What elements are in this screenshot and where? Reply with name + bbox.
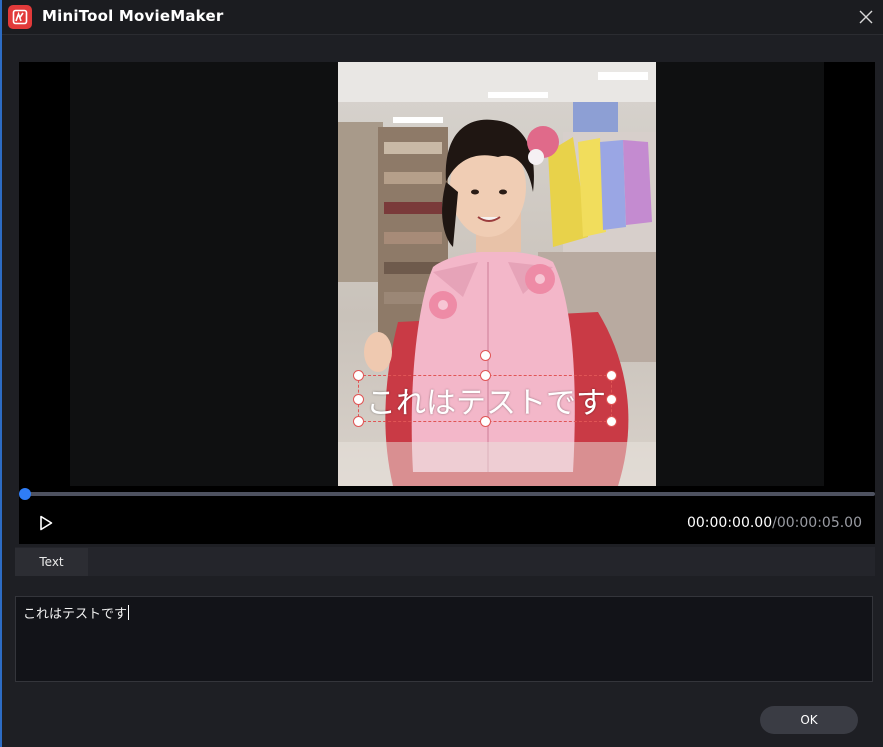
resize-handle-bottom[interactable] bbox=[480, 416, 491, 427]
text-input[interactable]: これはテストです bbox=[15, 596, 873, 682]
current-time: 00:00:00.00 bbox=[686, 515, 773, 531]
resize-handle-top[interactable] bbox=[480, 370, 491, 381]
tab-text[interactable]: Text bbox=[15, 548, 88, 576]
title-bar: MiniTool MovieMaker bbox=[2, 0, 883, 35]
resize-handle-top-left[interactable] bbox=[353, 370, 364, 381]
video-frame: これはテストです bbox=[70, 62, 824, 486]
ok-button[interactable]: OK bbox=[760, 706, 858, 734]
text-overlay-box[interactable]: これはテストです bbox=[353, 350, 617, 427]
resize-handle-right[interactable] bbox=[606, 394, 617, 405]
editor-tab-strip: Text bbox=[15, 547, 875, 576]
movie-maker-window: MiniTool MovieMaker これはテストです 00:00:00.00… bbox=[0, 0, 883, 747]
window-title: MiniTool MovieMaker bbox=[42, 7, 224, 25]
playhead-knob[interactable] bbox=[19, 488, 31, 500]
resize-handle-left[interactable] bbox=[353, 394, 364, 405]
video-player: これはテストです 00:00:00.00/00:00:05.00 bbox=[19, 62, 875, 544]
time-display: 00:00:00.00/00:00:05.00 bbox=[687, 515, 862, 531]
resize-handle-top-right[interactable] bbox=[606, 370, 617, 381]
resize-handle-bottom-right[interactable] bbox=[606, 416, 617, 427]
text-input-value: これはテストです bbox=[23, 607, 128, 622]
rotate-handle[interactable] bbox=[480, 350, 491, 361]
play-icon[interactable] bbox=[38, 515, 58, 533]
text-caret bbox=[128, 605, 130, 620]
total-time: 00:00:05.00 bbox=[776, 515, 862, 531]
app-logo-icon bbox=[8, 5, 32, 29]
playback-progress-bar[interactable] bbox=[19, 488, 875, 500]
close-icon[interactable] bbox=[855, 6, 877, 28]
resize-handle-bottom-left[interactable] bbox=[353, 416, 364, 427]
